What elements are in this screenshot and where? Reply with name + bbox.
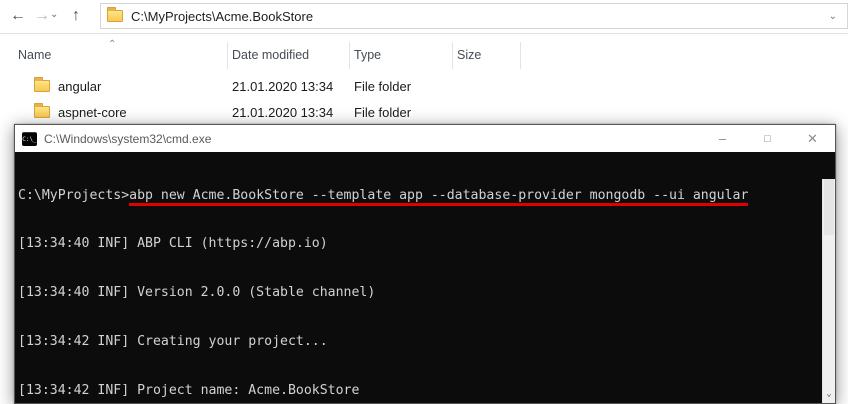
file-date-modified: 21.01.2020 13:34 [232,79,333,94]
column-header-size[interactable]: Size [457,48,481,62]
file-type: File folder [354,79,411,94]
back-icon[interactable]: ← [6,4,30,28]
console-prompt: C:\MyProjects> [18,188,129,203]
address-bar[interactable]: C:\MyProjects\Acme.BookStore ⌄ [100,3,848,29]
cmd-titlebar[interactable]: C:\_ C:\Windows\system32\cmd.exe – □ ✕ [15,125,835,152]
column-header-name[interactable]: Name [18,48,51,62]
close-button[interactable]: ✕ [790,125,835,152]
console-scrollbar[interactable]: ⌄ [822,179,835,403]
address-path[interactable]: C:\MyProjects\Acme.BookStore [131,9,825,24]
column-divider[interactable] [349,42,350,69]
window-controls: – □ ✕ [700,125,835,152]
file-name[interactable]: angular [58,79,101,94]
column-divider[interactable] [227,42,228,69]
cmd-window-title: C:\Windows\system32\cmd.exe [44,132,700,146]
scrollbar-thumb[interactable] [824,179,834,235]
table-row-angular[interactable]: angular 21.01.2020 13:34 File folder [0,74,848,100]
column-divider[interactable] [452,42,453,69]
folder-icon [34,80,50,92]
file-type: File folder [354,105,411,120]
folder-icon [34,106,50,118]
up-icon[interactable]: ↑ [64,4,88,28]
file-date-modified: 21.01.2020 13:34 [232,105,333,120]
console-output[interactable]: C:\MyProjects>abp new Acme.BookStore --t… [15,152,835,403]
file-name[interactable]: aspnet-core [58,105,127,120]
column-header-date-modified[interactable]: Date modified [232,48,309,62]
cmd-window: C:\_ C:\Windows\system32\cmd.exe – □ ✕ C… [14,124,836,404]
table-row-aspnet-core[interactable]: aspnet-core 21.01.2020 13:34 File folder [0,100,848,126]
column-divider[interactable] [520,42,521,69]
column-headers: ⌃ Name Date modified Type Size [0,40,848,70]
console-log-line: [13:34:40 INF] ABP CLI (https://abp.io) [18,236,816,252]
console-log-line: [13:34:42 INF] Creating your project... [18,334,816,350]
minimize-button[interactable]: – [700,125,745,152]
sort-ascending-icon: ⌃ [108,39,116,50]
explorer-toolbar: ← → ⌄ ↑ C:\MyProjects\Acme.BookStore ⌄ [0,0,848,34]
scrollbar-down-arrow-icon[interactable]: ⌄ [823,386,835,402]
console-log-line: [13:34:40 INF] Version 2.0.0 (Stable cha… [18,285,816,301]
cmd-icon: C:\_ [22,132,37,146]
maximize-button[interactable]: □ [745,125,790,152]
recent-locations-chevron-icon[interactable]: ⌄ [50,9,58,20]
column-header-type[interactable]: Type [354,48,381,62]
console-log-line: [13:34:42 INF] Project name: Acme.BookSt… [18,383,816,399]
address-dropdown-chevron-icon[interactable]: ⌄ [825,11,841,22]
console-command-line: C:\MyProjects>abp new Acme.BookStore --t… [18,188,816,204]
folder-icon [107,10,123,22]
console-command-underlined: abp new Acme.BookStore --template app --… [129,188,748,206]
